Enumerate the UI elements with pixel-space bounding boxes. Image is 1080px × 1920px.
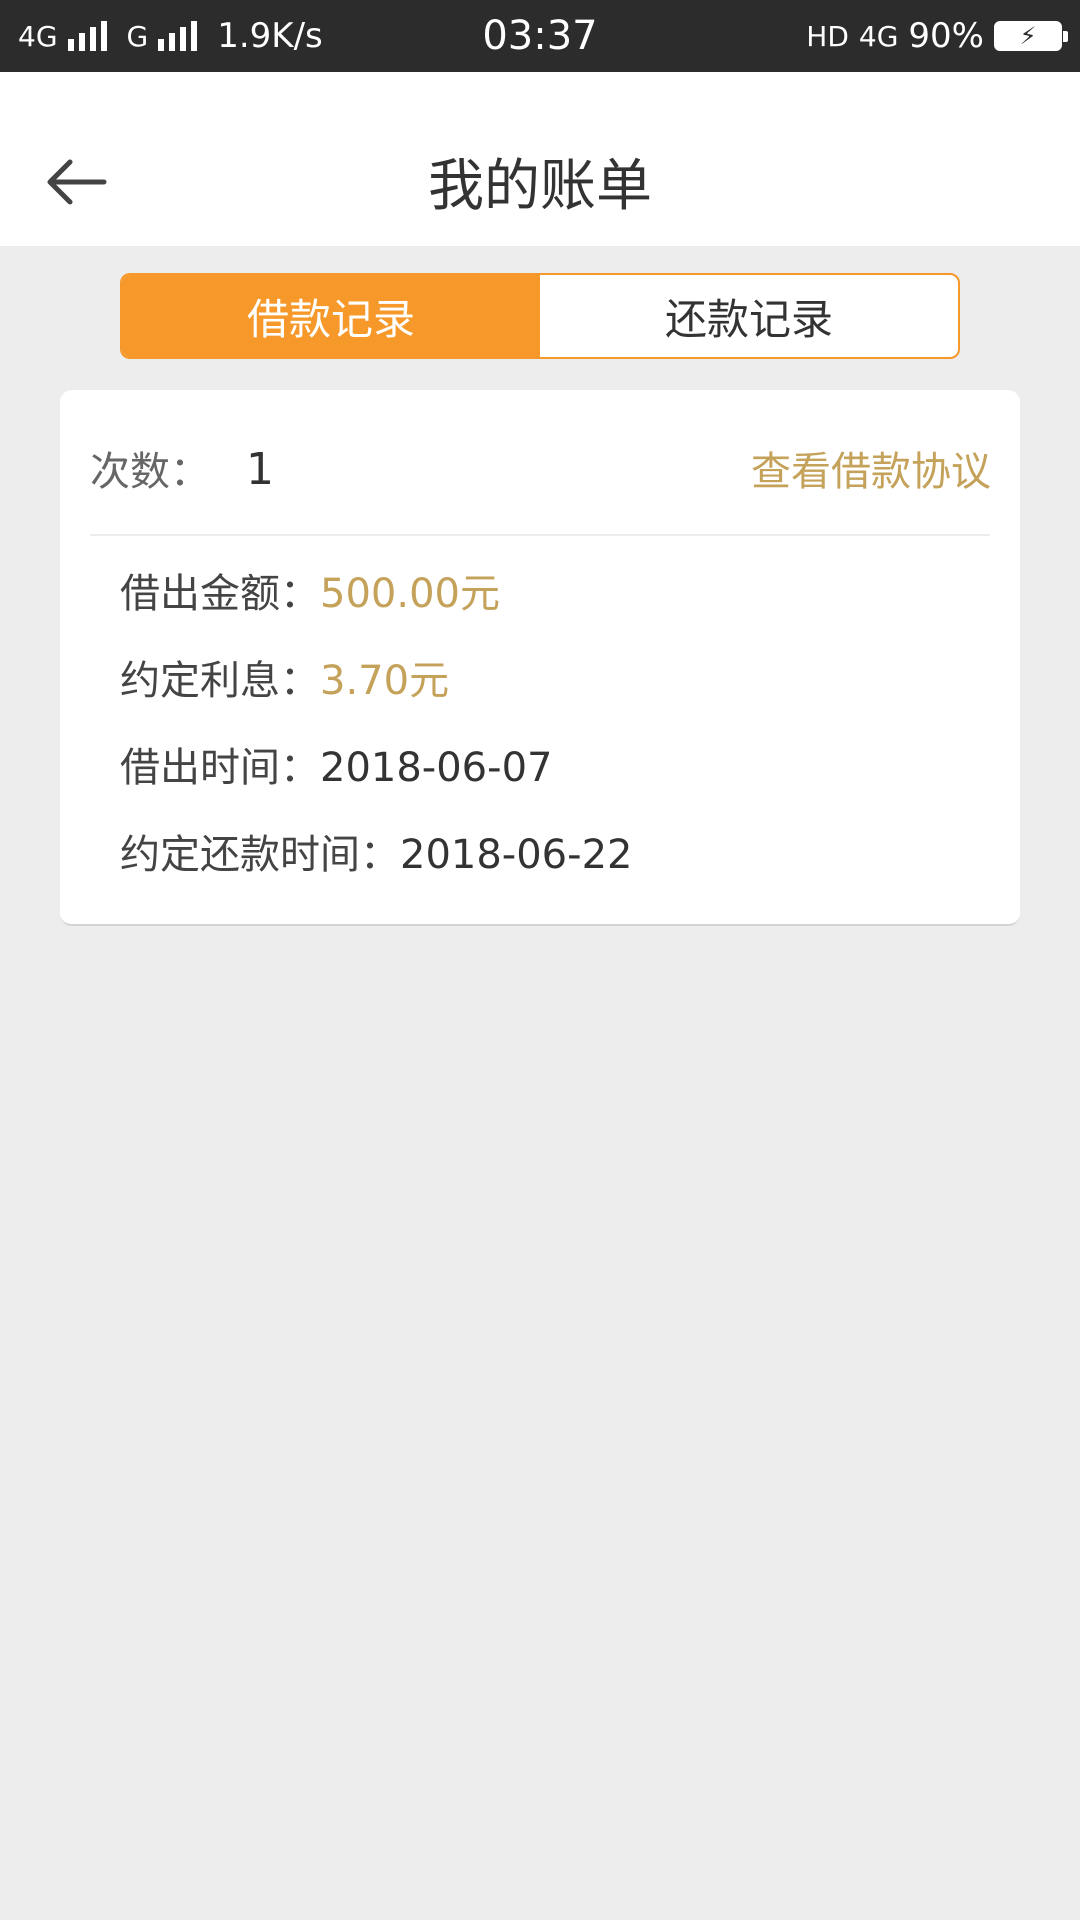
due-date-label: 约定还款时间：	[120, 832, 400, 878]
due-date-value: 2018-06-22	[400, 832, 633, 878]
loan-amount-value: 500.00元	[320, 571, 500, 617]
status-bar: 4G G 1.9K/s 03:37 HD 4G 90% ⚡	[0, 0, 1080, 72]
battery-icon: ⚡	[994, 21, 1068, 51]
loan-amount-row: 借出金额：500.00元	[120, 566, 500, 622]
tab-loan-records[interactable]: 借款记录	[122, 275, 540, 357]
charging-icon: ⚡	[1019, 22, 1037, 50]
interest-label: 约定利息：	[120, 658, 320, 704]
loan-date-value: 2018-06-07	[320, 745, 553, 791]
interest-row: 约定利息：3.70元	[120, 653, 449, 709]
loan-amount-label: 借出金额：	[120, 571, 320, 617]
count-value: 1	[246, 444, 274, 495]
record-tabs: 借款记录 还款记录	[120, 273, 960, 359]
status-bar-right: HD 4G 90% ⚡	[806, 0, 1068, 72]
interest-value: 3.70元	[320, 658, 450, 704]
network-type-3: 4G	[858, 19, 899, 53]
header: 我的账单	[0, 72, 1080, 246]
hd-indicator: HD	[806, 19, 849, 53]
due-date-row: 约定还款时间：2018-06-22	[120, 827, 632, 883]
page-title: 我的账单	[428, 154, 652, 219]
tab-repayment-records[interactable]: 还款记录	[540, 275, 958, 357]
loan-date-label: 借出时间：	[120, 745, 320, 791]
view-loan-agreement-link[interactable]: 查看借款协议	[751, 442, 991, 502]
loan-date-row: 借出时间：2018-06-07	[120, 740, 552, 796]
count-label: 次数：	[90, 449, 210, 495]
battery-percent: 90%	[908, 16, 984, 56]
